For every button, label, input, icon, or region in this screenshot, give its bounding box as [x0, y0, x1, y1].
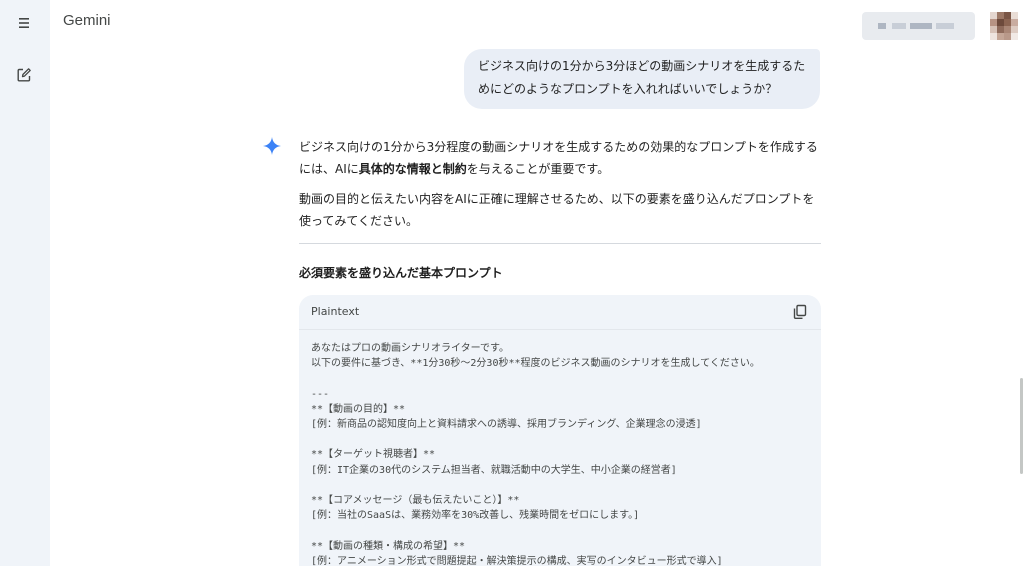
user-message-bubble: ビジネス向けの1分から3分ほどの動画シナリオを生成するためにどのようなプロンプト…	[464, 49, 820, 109]
code-line: ---	[311, 388, 330, 400]
code-block-header: Plaintext	[299, 295, 821, 330]
code-line: **【動画の目的】**	[311, 403, 406, 415]
code-line: [例：当社のSaaSは、業務効率を30%改善し、残業時間をゼロにします。]	[311, 510, 640, 522]
code-line: **【動画の種類・構成の希望】**	[311, 540, 466, 552]
side-rail	[0, 0, 50, 566]
copy-icon	[793, 304, 807, 319]
response-paragraph: 動画の目的と伝えたい内容をAIに正確に理解させるため、以下の要素を盛り込んだプロ…	[299, 192, 815, 228]
scrollbar-thumb[interactable]	[1020, 378, 1023, 474]
code-block: Plaintext あなたはプロの動画シナリオライターです。以下の要件に基づき、…	[299, 295, 821, 566]
code-line: あなたはプロの動画シナリオライターです。	[311, 343, 509, 354]
menu-button[interactable]	[14, 13, 34, 33]
response-text: を与えることが重要です。	[466, 162, 610, 176]
code-line: [例：アニメーション形式で問題提起・解決策提示の構成、実写のインタビュー形式で導…	[311, 555, 723, 566]
edit-square-icon	[17, 68, 31, 82]
response-bold-text: 具体的な情報と制約	[358, 162, 467, 176]
account-chip[interactable]	[862, 12, 975, 40]
new-chat-button[interactable]	[14, 65, 34, 85]
gemini-spark-icon	[262, 136, 282, 156]
code-line: [例：IT企業の30代のシステム担当者、就職活動中の大学生、中小企業の経営者]	[311, 464, 677, 476]
code-line: 以下の要件に基づき、**1分30秒〜2分30秒**程度のビジネス動画のシナリオを…	[311, 358, 760, 370]
response-paragraph: ビジネス向けの1分から3分程度の動画シナリオを生成するための効果的なプロンプトを…	[299, 136, 821, 180]
blurred-text	[878, 23, 886, 29]
blurred-text	[892, 23, 906, 29]
copy-code-button[interactable]	[791, 303, 809, 321]
gemini-app: Gemini ビジネス向けの1分から3分ほどの動画シナリオを生成するためにどのよ…	[0, 0, 1024, 566]
code-line: [例：新商品の認知度向上と資料請求への誘導、採用ブランディング、企業理念の浸透]	[311, 419, 702, 430]
code-language-label: Plaintext	[311, 305, 360, 318]
blurred-text	[910, 23, 932, 29]
section-heading: 必須要素を盛り込んだ基本プロンプト	[299, 266, 503, 280]
app-title: Gemini	[63, 12, 111, 29]
avatar[interactable]	[990, 12, 1018, 40]
code-line: **【ターゲット視聴者】**	[311, 449, 436, 461]
blurred-text	[936, 23, 954, 29]
menu-icon	[19, 18, 29, 28]
divider	[299, 243, 821, 244]
code-line: **【コアメッセージ（最も伝えたいこと）】**	[311, 495, 520, 506]
